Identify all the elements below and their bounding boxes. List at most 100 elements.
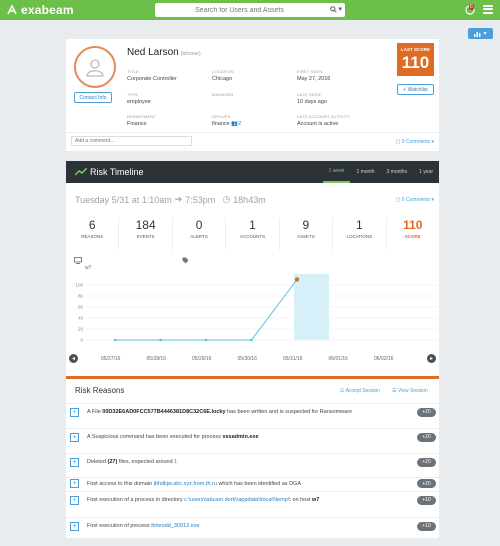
groups-count: 2 [238,121,242,127]
tab-3-months[interactable]: 3 months [381,161,414,183]
exabeam-logo-icon [5,4,18,17]
y-tick-label: 40 [78,316,84,321]
comment-input[interactable] [71,136,192,146]
date-axis: ◂ 05/27/16 05/28/16 05/29/16 05/30/16 05/31/… [66,351,439,367]
notification-button[interactable]: 6 [465,3,477,15]
y-tick-label: 0 [80,338,83,343]
arrow-right-icon: ➔ [174,194,183,204]
stat-label: REASONS [81,234,104,239]
risk-reason-row[interactable]: + First execution of a process in direct… [66,491,439,508]
reason-text: A File 00D32E6AD0FCC577B4446381D8C32C6E.… [87,409,352,415]
expand-icon[interactable]: + [70,457,79,467]
top-bar: exabeam ▾ 6 [0,0,500,20]
reason-link[interactable]: 1 [174,459,177,465]
risk-score-chart: 0 20 40 60 80 100 [75,274,438,343]
expand-icon[interactable]: + [70,432,79,442]
reason-count: (27) [107,459,118,465]
stat-label: LOCATIONS [346,234,373,239]
risk-reasons-card: Risk Reasons ☑ Accept Session ☰ View Ses… [66,380,439,538]
stat-accounts[interactable]: 1 ACCOUNTS [226,218,280,250]
search-button[interactable]: ▾ [330,5,342,13]
user-name: Ned Larson (tshooer) [127,47,201,58]
field-value: employee [127,99,151,105]
reason-text-part: files, expected around [117,459,175,465]
tab-1-year[interactable]: 1 year [413,161,439,183]
chart-view-button[interactable]: ▾ [468,28,493,39]
computer-icon [74,257,82,264]
reason-points: +20 [417,479,436,488]
timeline-next-button[interactable]: ▸ [427,354,436,363]
user-name-text: Ned Larson [127,47,179,58]
hamburger-menu-icon[interactable] [483,4,493,14]
field-value: Finance [127,121,147,127]
stat-label: EVENTS [136,234,155,239]
profile-comments-link[interactable]: ▢ 0 Comments ▾ [396,139,434,145]
reason-text-part: First execution of process [87,523,152,529]
stat-reasons[interactable]: 6 REASONS [66,218,120,250]
chevron-down-icon: ▾ [483,31,487,37]
accept-session-button[interactable]: ☑ Accept Session [340,388,380,394]
user-icon [86,59,104,77]
reason-text-part: A File [87,409,103,415]
reason-points: +20 [417,407,436,417]
expand-icon[interactable]: + [70,479,79,488]
field-label: TITLE [127,69,139,74]
reason-host-name: w7 [312,497,320,503]
exabeam-logo[interactable]: exabeam [5,3,74,17]
trend-icon [75,168,87,176]
field-type: TYPE employee [127,92,151,105]
view-session-button[interactable]: ☰ View Session [392,388,428,394]
session-duration: 18h43m [233,194,266,205]
reason-text-part: which has been identified as DGA [216,480,301,487]
stat-value: 110 [403,218,423,232]
contact-info-button[interactable]: Contact Info [74,92,112,103]
reason-text-part: Deleted [87,459,108,465]
field-department: DEPARTMENT Finance [127,114,156,127]
reason-link[interactable]: c:\users\\abuser.dork\\appdata\\local\\t… [184,497,291,503]
timeline-comments-link[interactable]: ▢ 0 Comments ▾ [396,197,434,203]
reason-text-part: First access to this domain [87,480,154,487]
field-location: LOCATION Chicago [212,69,234,82]
expand-icon[interactable]: + [70,407,79,417]
date-label: 05/29/16 [192,356,212,362]
risk-timeline-header: Risk Timeline 1 week 1 month 3 months 1 … [66,161,439,183]
tab-1-month[interactable]: 1 month [350,161,380,183]
last-score-value: 110 [401,53,430,72]
user-profile-card: Contact Info Ned Larson (tshooer) TITLE Co… [66,39,439,151]
stat-assets[interactable]: 9 ASSETS [280,218,334,250]
reason-text: Deleted (27) files, expected around 1 [87,459,177,465]
reason-text: A Suspicious command has been executed f… [87,434,259,440]
stat-value: 1 [249,218,256,232]
last-score-badge: LAST SCORE 110 [397,43,434,76]
stat-alerts[interactable]: 0 ALERTS [173,218,227,250]
watchlist-button[interactable]: + Watchlist [397,84,434,95]
tab-1-week[interactable]: 1 week [322,161,351,183]
y-tick-label: 100 [75,283,83,288]
data-point [204,338,208,342]
field-label: LAST ACCOUNT ACTIVITY [297,114,351,119]
risk-timeline-title: Risk Timeline [90,167,144,177]
reason-link[interactable]: ibheodd_30912.exe [151,523,199,529]
expand-icon[interactable]: + [70,495,79,505]
search-input[interactable] [155,6,320,14]
stat-events[interactable]: 184 EVENTS [119,218,173,250]
data-point [250,338,253,342]
session-end: 7:53pm [185,194,216,205]
date-label: 05/27/16 [101,356,121,362]
reason-link[interactable]: jbhdkjw.abc.xyz.from.th.ru [154,481,217,487]
tag-icon[interactable] [182,257,189,264]
timeline-prev-button[interactable]: ◂ [69,354,78,363]
reason-text-part: A Suspicious command has been executed f… [87,434,223,440]
search-bar[interactable]: ▾ [155,3,345,17]
expand-icon[interactable]: + [70,521,79,531]
risk-reason-row[interactable]: + Deleted (27) files, expected around 1 … [66,453,439,470]
risk-reason-row[interactable]: + First execution of process ibheodd_309… [66,517,439,534]
stat-locations[interactable]: 1 LOCATIONS [333,218,387,250]
stat-label: SCORE [404,234,421,239]
risk-reason-row[interactable]: + A Suspicious command has been executed… [66,428,439,445]
risk-reason-row[interactable]: + First access to this domain jbhdkjw.ab… [66,477,439,489]
notification-badge: 6 [469,4,474,10]
field-label: FIRST SEEN [297,69,323,74]
groups-count-link[interactable]: 👥2 [231,121,241,127]
risk-reason-row[interactable]: + A File 00D32E6AD0FCC577B4446381D8C32C6… [66,403,439,420]
